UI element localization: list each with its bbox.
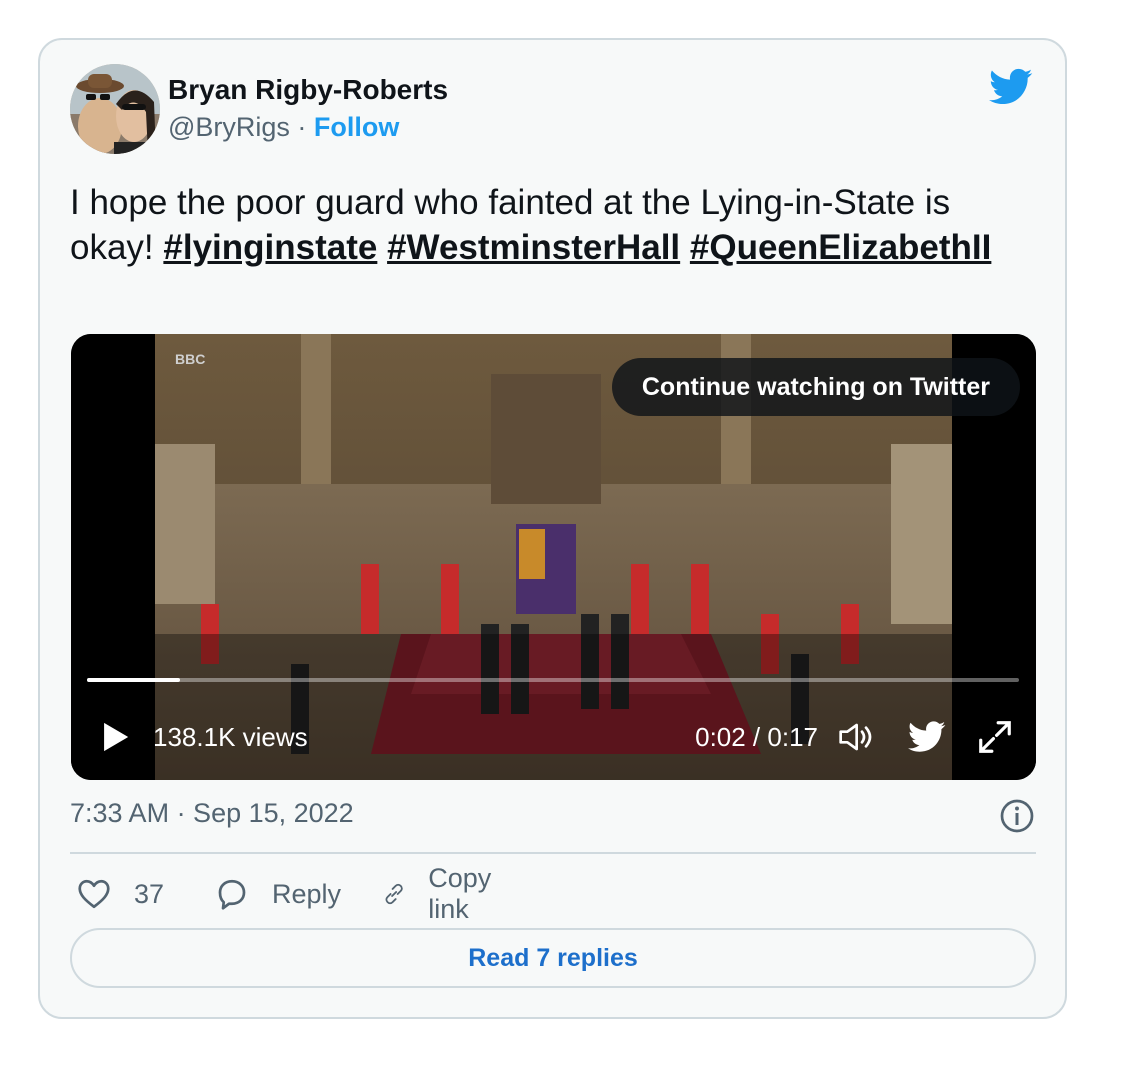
- video-player[interactable]: BBC Continue watching on Twitter 138.1K …: [71, 334, 1036, 780]
- volume-icon[interactable]: [838, 720, 878, 754]
- like-button[interactable]: 37: [76, 874, 164, 914]
- follow-button[interactable]: Follow: [314, 112, 399, 142]
- info-icon[interactable]: [999, 798, 1035, 834]
- separator: ·: [289, 112, 314, 142]
- tweet-timestamp[interactable]: 7:33 AM · Sep 15, 2022: [70, 798, 354, 829]
- tweet-text: I hope the poor guard who fainted at the…: [70, 180, 1030, 270]
- view-count: 138.1K views: [153, 722, 308, 752]
- author-handle[interactable]: @BryRigs: [168, 112, 290, 142]
- hashtag-link[interactable]: #lyinginstate: [163, 228, 377, 267]
- video-progress-fill: [87, 678, 181, 682]
- twitter-bird-icon[interactable]: [989, 68, 1033, 106]
- video-progress-bar[interactable]: [87, 678, 1019, 682]
- divider: [70, 852, 1036, 854]
- copy-link-button[interactable]: Copy link: [382, 863, 503, 924]
- read-replies-button[interactable]: Read 7 replies: [70, 928, 1036, 988]
- reply-button[interactable]: Reply: [214, 874, 341, 914]
- twitter-bird-icon[interactable]: [908, 721, 946, 753]
- heart-icon: [78, 879, 110, 909]
- reply-label: Reply: [272, 878, 342, 909]
- avatar[interactable]: [70, 64, 160, 154]
- hashtag-link[interactable]: #WestminsterHall: [387, 228, 680, 267]
- continue-watching-button[interactable]: Continue watching on Twitter: [611, 358, 1020, 416]
- author-name[interactable]: Bryan Rigby-Roberts: [168, 74, 448, 106]
- author-handle-row: @BryRigs · Follow: [168, 112, 399, 143]
- fullscreen-icon[interactable]: [976, 718, 1014, 756]
- broadcaster-logo: BBC: [175, 351, 205, 367]
- hashtag-link[interactable]: #QueenElizabethII: [690, 228, 991, 267]
- like-count: 37: [134, 878, 165, 909]
- tweet-embed-card: Bryan Rigby-Roberts @BryRigs · Follow I …: [38, 38, 1067, 1019]
- link-icon: [385, 883, 403, 905]
- video-time: 0:02 / 0:17: [695, 722, 818, 752]
- copy-link-label: Copy link: [428, 863, 492, 924]
- play-icon[interactable]: [97, 720, 131, 754]
- reply-icon: [218, 879, 246, 910]
